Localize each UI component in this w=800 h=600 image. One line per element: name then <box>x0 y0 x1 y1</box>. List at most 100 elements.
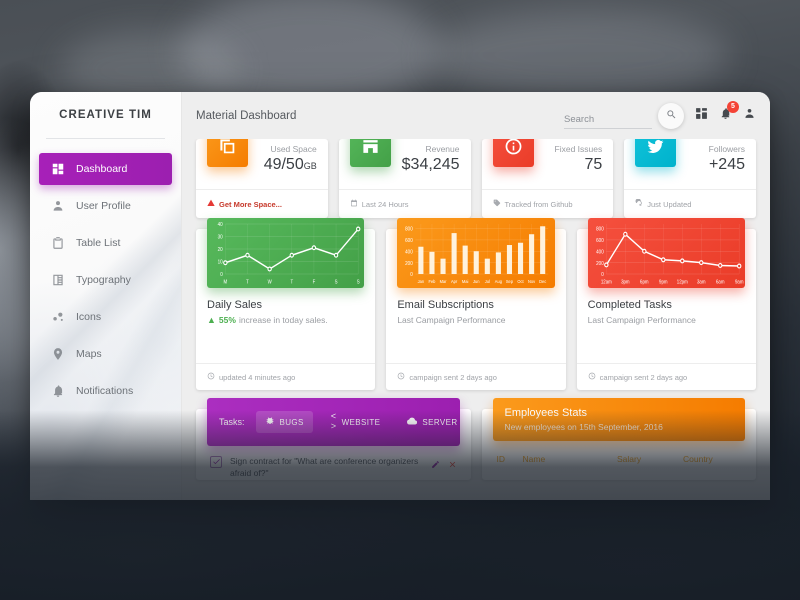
check-icon <box>212 453 221 471</box>
search-box <box>564 102 684 129</box>
search-input[interactable] <box>564 113 652 129</box>
svg-text:9am: 9am <box>735 279 744 284</box>
top-header: Material Dashboard Search 5 <box>182 92 770 139</box>
stat-footer[interactable]: Get More Space... <box>207 190 317 218</box>
chart-subtitle: Last Campaign Performance <box>588 315 745 325</box>
stat-footer-label: Tracked from Github <box>504 199 573 209</box>
sidebar-item-icons[interactable]: Icons <box>39 301 172 333</box>
stat-footer-label: Get More Space... <box>219 199 282 209</box>
sidebar-item-label: Table List <box>76 237 121 249</box>
sidebar-nav: Dashboard User Profile Table List Typogr… <box>30 153 181 407</box>
app-window: CREATIVE TIM Dashboard User Profile Tabl… <box>30 92 770 500</box>
warning-icon <box>207 199 215 209</box>
tag-icon <box>493 199 501 209</box>
chart-footer-label: campaign sent 2 days ago <box>409 372 497 382</box>
sidebar: CREATIVE TIM Dashboard User Profile Tabl… <box>30 92 182 500</box>
chart-subtitle-text: increase in today sales. <box>238 315 328 325</box>
chart-subtitle-text: Last Campaign Performance <box>397 315 506 325</box>
stat-footer: Just Updated <box>635 190 745 218</box>
stat-label: Followers <box>708 144 745 154</box>
task-actions <box>431 455 457 474</box>
stat-value: 49/50GB <box>264 155 317 175</box>
sidebar-item-typography[interactable]: Typography <box>39 264 172 296</box>
svg-text:T: T <box>246 279 249 284</box>
bug-icon <box>265 416 275 428</box>
stat-label: Fixed Issues <box>554 144 603 154</box>
chart-card-email-subscriptions: 0 200 400 600 800 Jan Feb Mar Apr Mai Jun Jul Aug Sep… <box>386 218 566 390</box>
chart-title: Daily Sales <box>207 299 263 311</box>
svg-text:M: M <box>224 279 228 284</box>
sidebar-item-maps[interactable]: Maps <box>39 338 172 370</box>
copy-icon <box>207 139 248 167</box>
stat-text: Used Space 49/50GB <box>264 139 317 175</box>
map-pin-icon <box>50 347 65 362</box>
tab-server[interactable]: SERVER <box>398 411 466 433</box>
chart-delta: 55% <box>218 315 236 325</box>
column-header-salary: Salary <box>617 454 642 464</box>
svg-text:12am: 12am <box>601 279 612 284</box>
edit-icon[interactable] <box>431 456 440 474</box>
employees-card-header: Employees Stats New employees on 15th Se… <box>492 398 745 441</box>
sidebar-divider <box>46 138 165 139</box>
stat-label: Revenue <box>425 144 460 154</box>
up-arrow-icon: ▲ <box>207 314 216 325</box>
stat-top: Fixed Issues 75 <box>492 139 603 189</box>
chart-card-completed-tasks: 0 200 400 600 800 12am 3pm 6pm 9pm 12pm 3am 6am 9am … <box>576 218 756 390</box>
bubbles-icon <box>50 310 65 325</box>
svg-text:0: 0 <box>411 272 414 278</box>
stat-top: Used Space 49/50GB <box>207 139 317 189</box>
desktop-background: CREATIVE TIM Dashboard User Profile Tabl… <box>0 0 800 600</box>
sidebar-item-notifications[interactable]: Notifications <box>39 375 172 407</box>
stat-footer: Tracked from Github <box>493 190 603 218</box>
svg-text:0: 0 <box>601 272 604 278</box>
stat-card-used-space: Used Space 49/50GB Get More Space... <box>196 139 328 218</box>
svg-text:S: S <box>357 279 360 284</box>
grid-icon <box>695 107 708 125</box>
svg-text:12pm: 12pm <box>676 279 687 284</box>
completed-tasks-chart: 0 200 400 600 800 12am 3pm 6pm 9pm 12pm 3am 6am 9am <box>587 218 745 288</box>
svg-text:Feb: Feb <box>429 279 436 284</box>
tab-bugs[interactable]: BUGS <box>255 411 313 433</box>
search-button[interactable] <box>658 102 684 129</box>
stat-footer-label: Just Updated <box>647 199 692 209</box>
tab-website[interactable]: < > WEBSITE <box>322 407 390 437</box>
clock-icon <box>207 372 215 382</box>
chart-subtitle: ▲ 55% increase in today sales. <box>207 315 364 325</box>
stat-number: 49/50 <box>263 156 304 174</box>
svg-text:Dec: Dec <box>539 279 547 284</box>
stat-unit: GB <box>303 161 317 172</box>
svg-text:10: 10 <box>218 259 223 265</box>
close-icon[interactable] <box>448 456 457 474</box>
bell-icon <box>50 384 65 399</box>
task-text: Sign contract for "What are conference o… <box>230 456 419 479</box>
svg-text:T: T <box>290 279 293 284</box>
svg-text:Jun: Jun <box>473 279 480 284</box>
stat-footer-label: Last 24 Hours <box>361 199 409 209</box>
svg-text:0: 0 <box>220 272 223 278</box>
notifications-button[interactable]: 5 <box>719 100 739 125</box>
cloud-shape <box>430 10 730 100</box>
svg-text:3pm: 3pm <box>621 279 630 284</box>
twitter-icon <box>635 139 677 167</box>
tasks-card-header: Tasks: BUGS < > WEBSITE SERVER <box>207 398 460 446</box>
sidebar-item-table-list[interactable]: Table List <box>39 227 172 259</box>
sidebar-item-user-profile[interactable]: User Profile <box>39 190 172 222</box>
svg-text:30: 30 <box>218 234 223 240</box>
refresh-icon <box>635 198 643 209</box>
task-checkbox[interactable] <box>210 456 222 468</box>
sidebar-item-dashboard[interactable]: Dashboard <box>39 153 172 185</box>
employees-title: Employees Stats <box>504 407 588 419</box>
stat-footer: Last 24 Hours <box>350 190 460 218</box>
account-button[interactable] <box>743 107 756 125</box>
stat-text: Followers +245 <box>709 139 745 175</box>
cloud-icon <box>407 416 418 428</box>
store-icon <box>349 139 391 167</box>
svg-text:400: 400 <box>596 249 604 255</box>
tab-label: SERVER <box>422 417 458 427</box>
employees-card: Employees Stats New employees on 15th Se… <box>481 398 756 480</box>
dashboard-grid-button[interactable] <box>695 107 708 125</box>
svg-text:40: 40 <box>218 222 223 228</box>
dashboard-content: Used Space 49/50GB Get More Space... Rev… <box>182 139 770 500</box>
column-header-country: Country <box>683 454 713 464</box>
main-area: Material Dashboard Search 5 Used Space 4… <box>182 92 770 500</box>
